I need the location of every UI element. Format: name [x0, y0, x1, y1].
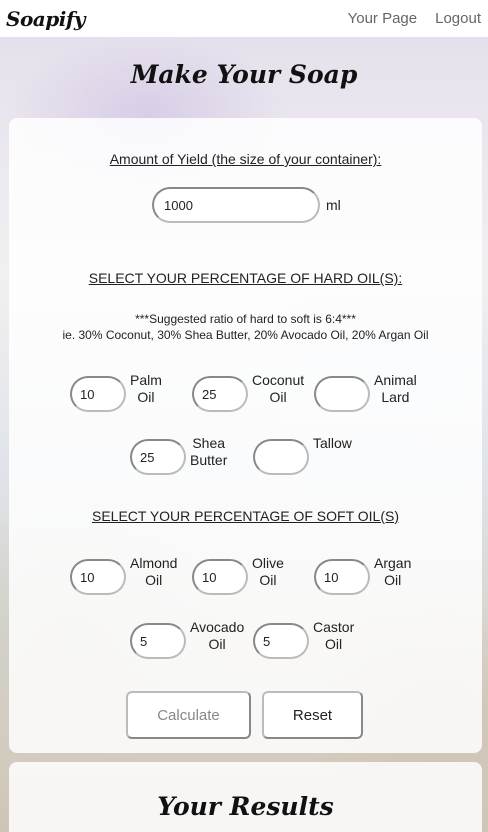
yield-unit: ml: [326, 197, 341, 213]
your-page-link[interactable]: Your Page: [348, 10, 418, 27]
avocado-oil-label: Avocado Oil: [190, 619, 245, 652]
coconut-oil-field: CoconutOil: [192, 372, 304, 412]
page-title: Make Your Soap: [130, 60, 358, 89]
palm-oil-label: Palm Oil: [130, 372, 162, 405]
animal-lard-label: Animal Lard: [374, 372, 417, 405]
yield-heading: Amount of Yield (the size of your contai…: [109, 151, 382, 167]
reset-button[interactable]: Reset: [262, 691, 363, 739]
avocado-oil-input[interactable]: [130, 623, 186, 659]
castor-oil-label: Castor Oil: [313, 619, 355, 652]
calculate-button[interactable]: Calculate: [126, 691, 251, 739]
olive-oil-field: OliveOil: [192, 555, 284, 595]
results-card: Your Results: [9, 762, 482, 832]
results-title: Your Results: [157, 792, 334, 821]
logout-link[interactable]: Logout: [435, 10, 481, 27]
ratio-note-line2: ie. 30% Coconut, 30% Shea Butter, 20% Av…: [62, 328, 429, 342]
avocado-oil-field: AvocadoOil: [130, 619, 244, 659]
soft-oils-heading: SELECT YOUR PERCENTAGE OF SOFT OIL(S): [91, 508, 400, 524]
coconut-oil-label: Coconut Oil: [252, 372, 305, 405]
argan-oil-input[interactable]: [314, 559, 370, 595]
tallow-label: Tallow: [313, 435, 352, 451]
coconut-oil-input[interactable]: [192, 376, 248, 412]
olive-oil-input[interactable]: [192, 559, 248, 595]
brand-logo[interactable]: Soapify: [6, 7, 86, 31]
palm-oil-field: PalmOil: [70, 372, 162, 412]
argan-oil-field: ArganOil: [314, 555, 411, 595]
animal-lard-input[interactable]: [314, 376, 370, 412]
animal-lard-field: Animal Lard: [314, 372, 417, 412]
almond-oil-field: AlmondOil: [70, 555, 177, 595]
soap-form-card: Amount of Yield (the size of your contai…: [9, 118, 482, 753]
ratio-note-line1: ***Suggested ratio of hard to soft is 6:…: [135, 312, 356, 326]
castor-oil-field: CastorOil: [253, 619, 354, 659]
argan-oil-label: Argan Oil: [374, 555, 412, 588]
hard-oils-heading: SELECT YOUR PERCENTAGE OF HARD OIL(S):: [88, 270, 403, 286]
shea-butter-label: Shea Butter: [190, 435, 228, 468]
ratio-note: ***Suggested ratio of hard to soft is 6:…: [9, 311, 482, 343]
shea-butter-field: SheaButter: [130, 435, 227, 475]
olive-oil-label: Olive Oil: [252, 555, 284, 588]
tallow-field: Tallow: [253, 435, 352, 475]
castor-oil-input[interactable]: [253, 623, 309, 659]
shea-butter-input[interactable]: [130, 439, 186, 475]
palm-oil-input[interactable]: [70, 376, 126, 412]
navbar: Soapify Your Page Logout: [0, 0, 488, 37]
tallow-input[interactable]: [253, 439, 309, 475]
almond-oil-input[interactable]: [70, 559, 126, 595]
nav-links: Your Page Logout: [348, 10, 481, 27]
yield-row: ml: [152, 187, 341, 223]
yield-input[interactable]: [152, 187, 320, 223]
almond-oil-label: Almond Oil: [130, 555, 178, 588]
